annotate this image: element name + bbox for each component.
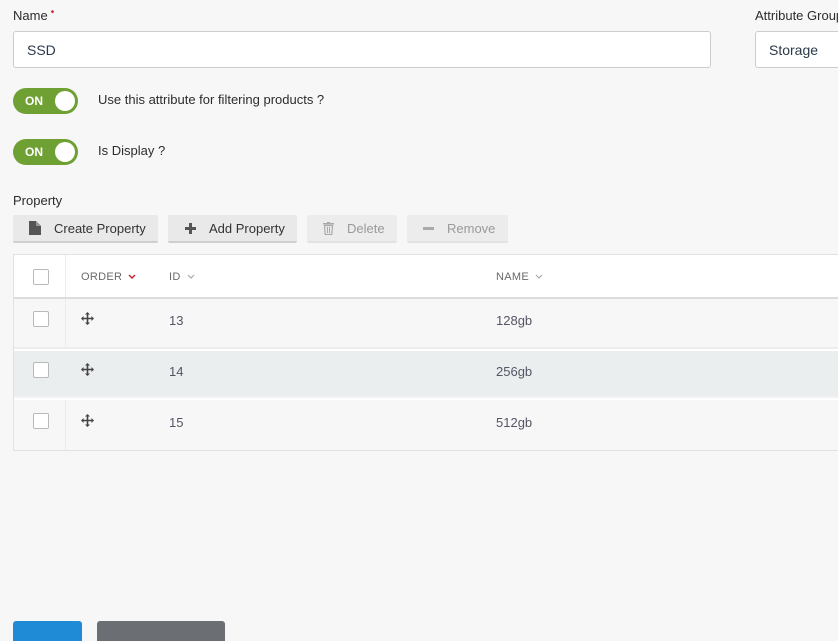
attribute-group-label: Attribute Group [755,8,838,23]
remove-label: Remove [447,220,496,236]
trash-icon [321,221,335,235]
column-divider [65,255,66,297]
table-row[interactable]: 14 256gb [14,351,838,398]
column-id[interactable]: ID [169,271,195,283]
row-checkbox[interactable] [33,413,49,429]
property-section-label: Property [13,193,63,208]
remove-button[interactable]: Remove [407,215,508,243]
column-order[interactable]: ORDER [81,271,136,283]
save-button[interactable] [13,621,82,641]
file-icon [28,221,42,235]
drag-handle-icon[interactable] [81,363,94,381]
column-divider [65,299,66,347]
required-mark: • [50,7,55,18]
name-label: Name • [13,7,55,23]
row-name: 128gb [496,313,533,328]
toggle-knob [55,142,75,162]
toggle-knob [55,91,75,111]
display-toggle-state: ON [25,145,43,159]
create-property-button[interactable]: Create Property [13,215,158,243]
property-table: ORDER ID NAME 13 128gb 14 256gb 15 512gb [13,254,838,451]
chevron-down-icon [187,274,195,279]
filter-toggle-label: Use this attribute for filtering product… [98,92,325,107]
drag-handle-icon[interactable] [81,414,94,432]
column-divider [65,351,66,396]
column-divider [65,400,66,450]
row-checkbox[interactable] [33,362,49,378]
name-input-value: SSD [27,41,56,58]
table-row[interactable]: 15 512gb [14,400,838,450]
table-header: ORDER ID NAME [14,255,838,299]
add-property-label: Add Property [209,220,285,236]
row-id: 13 [169,313,184,328]
chevron-down-icon [128,274,136,280]
plus-icon [183,222,197,234]
attribute-group-value: Storage [769,41,819,58]
delete-button[interactable]: Delete [307,215,397,243]
delete-label: Delete [347,220,385,236]
column-name[interactable]: NAME [496,271,543,283]
column-id-label: ID [169,271,181,283]
filter-toggle-state: ON [25,94,43,108]
table-row[interactable]: 13 128gb [14,299,838,349]
drag-handle-icon[interactable] [81,312,94,330]
filter-toggle[interactable]: ON [13,88,78,114]
create-property-label: Create Property [54,220,146,236]
column-order-label: ORDER [81,271,123,283]
name-input[interactable]: SSD [13,31,711,68]
row-id: 15 [169,415,184,430]
display-toggle[interactable]: ON [13,139,78,165]
chevron-down-icon [535,274,543,279]
minus-icon [421,226,435,230]
attribute-group-select[interactable]: Storage [755,31,838,68]
select-all-checkbox[interactable] [33,269,49,285]
add-property-button[interactable]: Add Property [168,215,297,243]
row-id: 14 [169,364,184,379]
row-name: 256gb [496,364,533,379]
row-name: 512gb [496,415,533,430]
row-checkbox[interactable] [33,311,49,327]
column-name-label: NAME [496,271,529,283]
cancel-button[interactable] [97,621,225,641]
display-toggle-label: Is Display ? [98,143,166,158]
